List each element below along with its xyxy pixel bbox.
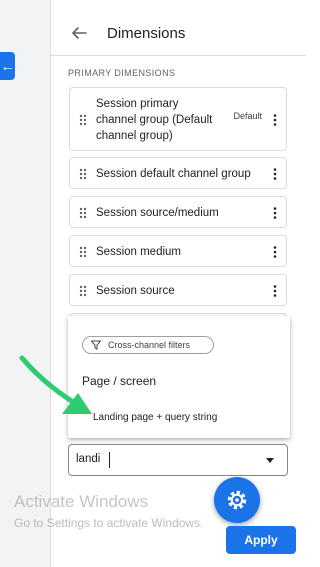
- more-vert-icon[interactable]: [273, 246, 277, 258]
- dimension-label: Session default channel group: [96, 168, 251, 180]
- header-divider: [51, 55, 306, 56]
- dimension-label: Session primary channel group (Default c…: [96, 98, 213, 142]
- left-sidebar: [0, 0, 50, 567]
- default-badge: Default: [233, 111, 262, 121]
- autocomplete-dropdown: Cross-channel filters Page / screen Land…: [68, 316, 290, 438]
- more-vert-icon[interactable]: [273, 285, 277, 297]
- dimension-label: Session source/medium: [96, 207, 219, 219]
- drag-handle-icon[interactable]: [79, 207, 87, 219]
- apply-button[interactable]: Apply: [226, 526, 296, 554]
- filter-icon: [91, 340, 101, 350]
- dimension-card[interactable]: Session medium: [69, 235, 287, 267]
- watermark-subtitle: Go to Settings to activate Windows.: [14, 516, 204, 530]
- text-caret: [109, 452, 110, 468]
- watermark-title: Activate Windows: [14, 492, 149, 511]
- section-label: PRIMARY DIMENSIONS: [68, 68, 176, 78]
- dimension-search-input[interactable]: landi: [68, 444, 288, 476]
- drag-handle-icon[interactable]: [79, 168, 87, 180]
- dimension-label: Session source: [96, 285, 175, 297]
- cross-channel-filters-chip[interactable]: Cross-channel filters: [82, 336, 214, 354]
- settings-gear-icon: [227, 490, 247, 510]
- drag-handle-icon[interactable]: [79, 285, 87, 297]
- chip-label: Cross-channel filters: [108, 340, 191, 350]
- dimension-label: Session medium: [96, 246, 182, 258]
- option-page-screen[interactable]: Page / screen: [82, 374, 156, 388]
- dimensions-panel: Dimensions PRIMARY DIMENSIONS Session pr…: [51, 0, 306, 567]
- back-arrow-icon[interactable]: [70, 24, 88, 42]
- left-action-button[interactable]: ←: [0, 52, 15, 80]
- more-vert-icon[interactable]: [273, 168, 277, 180]
- more-vert-icon[interactable]: [273, 207, 277, 219]
- option-landing-page-query-string[interactable]: Landing page + query string: [93, 412, 217, 423]
- dropdown-arrow-icon[interactable]: [266, 458, 274, 463]
- dimension-card[interactable]: Session source/medium: [69, 196, 287, 228]
- search-value: landi: [76, 453, 101, 465]
- settings-fab[interactable]: [214, 477, 260, 523]
- panel-header: Dimensions: [51, 14, 306, 54]
- more-vert-icon[interactable]: [273, 114, 277, 126]
- dimension-card[interactable]: Session primary channel group (Default c…: [69, 87, 287, 151]
- drag-handle-icon[interactable]: [79, 246, 87, 258]
- dimension-card[interactable]: Session source: [69, 274, 287, 306]
- dimension-card[interactable]: Session default channel group: [69, 157, 287, 189]
- panel-title: Dimensions: [107, 25, 186, 42]
- drag-handle-icon[interactable]: [79, 114, 87, 126]
